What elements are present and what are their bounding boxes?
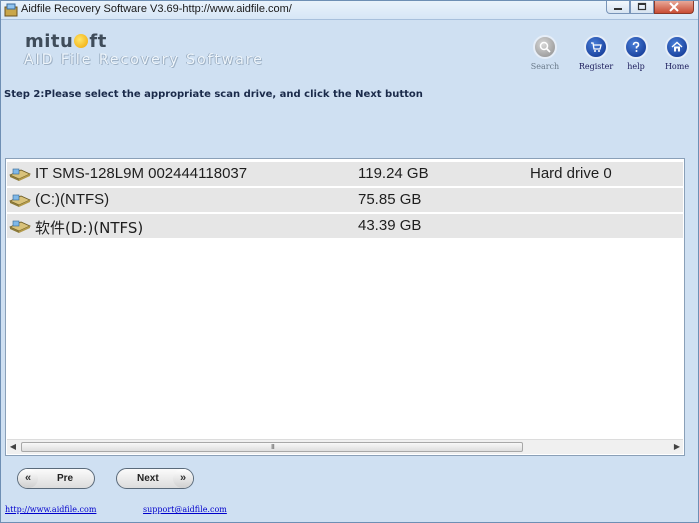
help-icon (624, 35, 648, 59)
drive-name: 软件(D:)(NTFS) (35, 219, 144, 237)
window-controls (606, 1, 694, 15)
drive-type: Hard drive 0 (530, 165, 612, 182)
home-label: Home (664, 62, 690, 71)
maximize-button[interactable] (630, 1, 654, 14)
hard-drive-icon (9, 194, 31, 207)
drive-list[interactable]: IT SMS-128L9M 002444118037 119.24 GB Har… (5, 158, 685, 456)
logo: mitu ft AID File Recovery Software (24, 31, 262, 68)
support-email-link[interactable]: support@aidfile.com (143, 505, 227, 514)
close-button[interactable] (654, 1, 694, 14)
drive-name: IT SMS-128L9M 002444118037 (35, 165, 248, 182)
help-label: help (627, 62, 645, 71)
cart-icon (584, 35, 608, 59)
next-label: Next (137, 473, 159, 484)
chevron-left-icon: « (18, 469, 38, 488)
drive-size: 75.85 GB (358, 191, 422, 208)
scroll-thumb[interactable]: III (21, 442, 523, 452)
search-button[interactable]: Search (523, 35, 567, 71)
step-instruction: Step 2:Please select the appropriate sca… (4, 89, 423, 100)
search-label: Search (530, 62, 560, 71)
drive-name: (C:)(NTFS) (35, 191, 110, 208)
scroll-left-arrow-icon[interactable]: ◀ (8, 442, 18, 452)
minimize-icon (614, 8, 622, 10)
close-icon (669, 2, 679, 12)
next-button[interactable]: Next » (116, 468, 194, 489)
search-icon (533, 35, 557, 59)
drive-row[interactable]: IT SMS-128L9M 002444118037 119.24 GB Har… (7, 162, 683, 186)
drive-row[interactable]: (C:)(NTFS) 75.85 GB (7, 188, 683, 212)
hard-drive-icon (9, 220, 31, 233)
horizontal-scrollbar[interactable]: ◀ III ▶ (7, 439, 683, 454)
prev-button[interactable]: « Pre (17, 468, 95, 489)
register-button[interactable]: Register (574, 35, 618, 71)
drive-row[interactable]: 软件(D:)(NTFS) 43.39 GB (7, 214, 683, 238)
hard-drive-icon (9, 168, 31, 181)
prev-label: Pre (57, 473, 74, 484)
app-icon (4, 3, 18, 17)
drive-size: 43.39 GB (358, 217, 422, 234)
home-icon (665, 35, 689, 59)
maximize-icon (637, 2, 647, 11)
scroll-grip: III (271, 444, 275, 451)
home-button[interactable]: Home (655, 35, 699, 71)
title-bar[interactable]: Aidfile Recovery Software V3.69-http://w… (1, 1, 698, 20)
logo-brand: mitu ft (25, 31, 107, 52)
chevron-right-icon: » (173, 469, 193, 488)
scroll-right-arrow-icon[interactable]: ▶ (672, 442, 682, 452)
minimize-button[interactable] (606, 1, 630, 14)
website-link[interactable]: http://www.aidfile.com (5, 505, 96, 514)
window-title: Aidfile Recovery Software V3.69-http://w… (21, 3, 292, 15)
help-button[interactable]: help (614, 35, 658, 71)
logo-sun-icon (74, 34, 89, 48)
logo-subtitle: AID File Recovery Software (24, 52, 264, 68)
drive-size: 119.24 GB (358, 165, 429, 182)
app-window: Aidfile Recovery Software V3.69-http://w… (0, 0, 699, 523)
register-label: Register (578, 62, 614, 71)
